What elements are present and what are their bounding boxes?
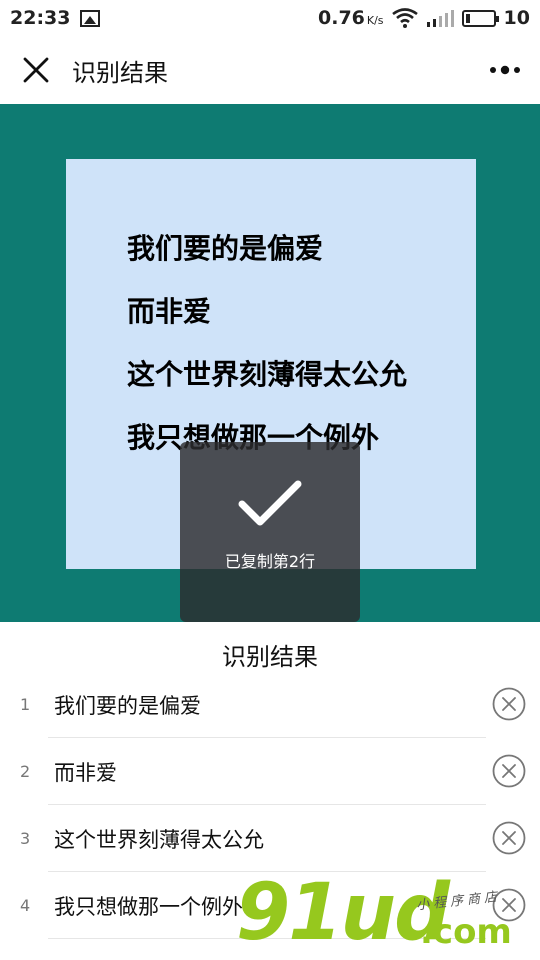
title-bar: 识别结果 [0, 36, 540, 104]
page-title: 识别结果 [72, 58, 168, 87]
delete-row-icon[interactable] [492, 888, 526, 922]
image-text-line-1: 我们要的是偏爱 [127, 232, 324, 265]
image-text-line-2: 而非爱 [127, 295, 212, 328]
status-right: 0.76 K/s 10 [318, 7, 530, 29]
battery-icon [461, 9, 499, 27]
result-row-number: 3 [20, 829, 31, 848]
delete-row-icon[interactable] [492, 821, 526, 855]
close-icon [23, 57, 49, 83]
status-time: 22:33 [10, 7, 71, 29]
result-row[interactable]: 4 我只想做那一个例外 [0, 872, 540, 939]
result-row-text[interactable]: 这个世界刻薄得太公允 [54, 824, 264, 854]
results-heading: 识别结果 [222, 643, 318, 671]
result-row[interactable]: 1 我们要的是偏爱 [0, 671, 540, 738]
result-row-text[interactable]: 我只想做那一个例外 [54, 891, 243, 921]
result-row[interactable]: 2 而非爱 [0, 738, 540, 805]
image-text-line-3: 这个世界刻薄得太公允 [127, 358, 408, 391]
result-row[interactable]: 3 这个世界刻薄得太公允 [0, 805, 540, 872]
status-bar: 22:33 0.76 K/s 10 [0, 0, 540, 36]
result-row-number: 4 [20, 896, 31, 915]
row-divider [48, 938, 486, 939]
result-row-number: 1 [20, 695, 31, 714]
more-dots-icon [490, 65, 520, 75]
checkmark-icon [238, 480, 302, 526]
wifi-icon [391, 8, 418, 28]
result-row-text[interactable]: 而非爱 [54, 757, 117, 787]
image-notification-icon [80, 9, 101, 27]
delete-row-icon[interactable] [492, 754, 526, 788]
result-list: 1 我们要的是偏爱 2 而非爱 3 这个世界刻薄得太公允 4 我只想做那一个例外 [0, 671, 540, 939]
network-speed: 0.76 K/s [318, 7, 384, 29]
battery-level: 10 [503, 7, 530, 29]
result-row-number: 2 [20, 762, 31, 781]
result-row-text[interactable]: 我们要的是偏爱 [54, 690, 201, 720]
network-speed-unit: K/s [366, 14, 384, 27]
toast-message: 已复制第2行 [224, 552, 316, 571]
delete-row-icon[interactable] [492, 687, 526, 721]
more-options-button[interactable] [470, 36, 540, 104]
close-button[interactable] [0, 36, 72, 104]
network-speed-value: 0.76 [318, 7, 365, 29]
copied-toast: 已复制第2行 [180, 442, 360, 622]
signal-icon [426, 10, 454, 27]
